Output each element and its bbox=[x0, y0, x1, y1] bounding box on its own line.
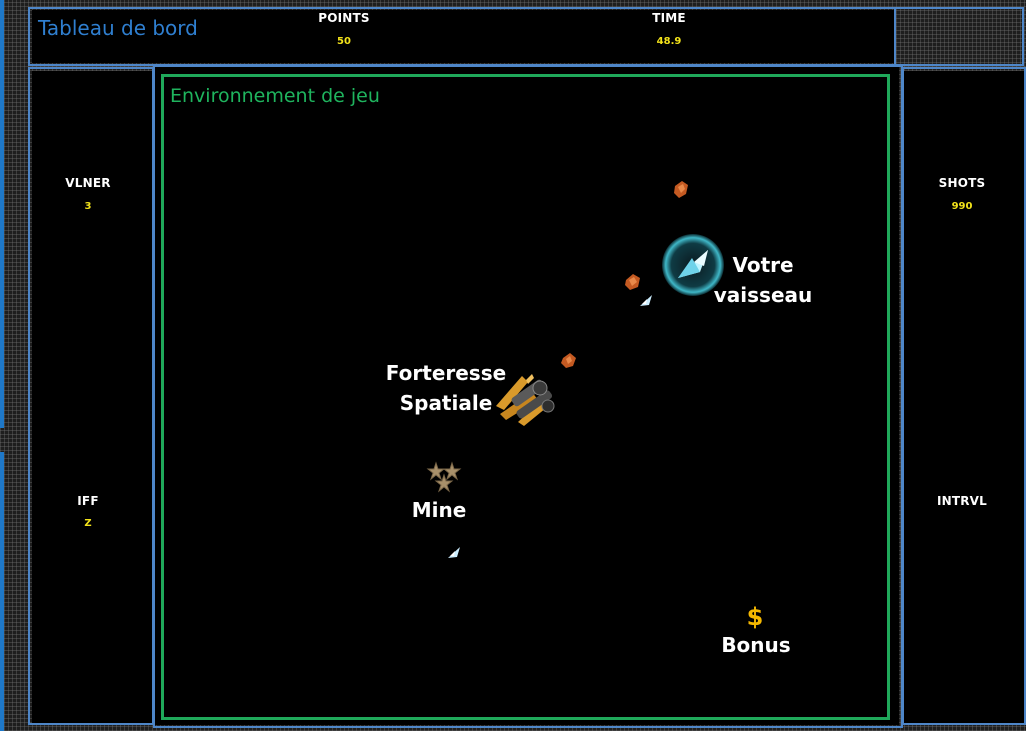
game-environment-title: Environnement de jeu bbox=[170, 85, 380, 107]
dashboard-right-frame bbox=[902, 67, 1026, 725]
left-edge-bar-top bbox=[0, 0, 4, 428]
missile-2 bbox=[448, 547, 460, 558]
dashboard-left-frame bbox=[28, 67, 154, 725]
dashboard-top-right-frame bbox=[894, 7, 1024, 66]
bonus-dollar-icon: $ bbox=[746, 603, 764, 631]
fortress-label-line2: Spatiale bbox=[399, 391, 493, 415]
ship-label-line2: vaisseau bbox=[713, 283, 813, 307]
mine-icon bbox=[426, 461, 462, 493]
fortress-label-line1: Forteresse bbox=[385, 361, 507, 385]
bonus-label: Bonus bbox=[721, 633, 791, 657]
asteroid-fragment-1 bbox=[674, 181, 688, 198]
mine-label: Mine bbox=[411, 498, 467, 522]
asteroid-fragment-2 bbox=[625, 274, 640, 290]
missile-1 bbox=[640, 295, 652, 306]
left-edge-bar-bottom bbox=[0, 452, 4, 731]
ship-label-line1: Votre bbox=[732, 253, 794, 277]
dashboard-title: Tableau de bord bbox=[38, 16, 198, 40]
